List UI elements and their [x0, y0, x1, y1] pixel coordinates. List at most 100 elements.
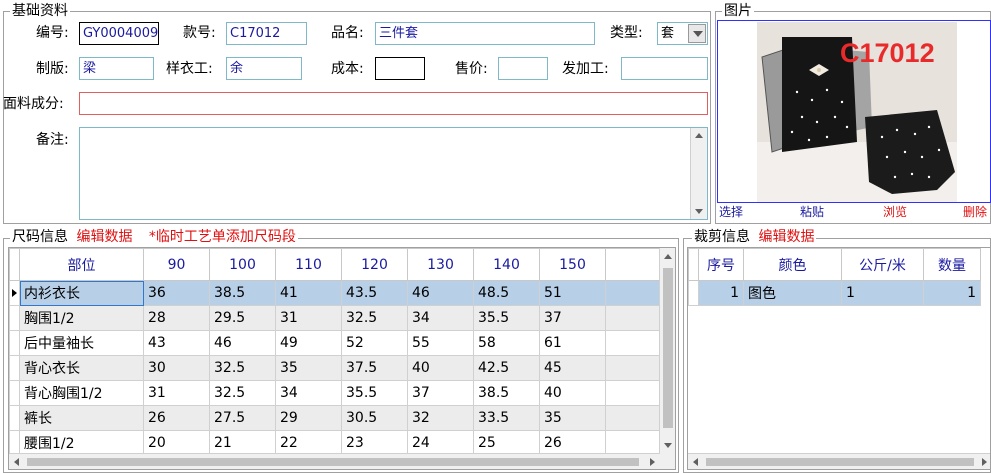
size-cell-value[interactable]: 35 — [539, 405, 606, 431]
size-cell-value[interactable]: 35.5 — [341, 380, 408, 406]
scroll-left-icon[interactable] — [693, 458, 698, 466]
size-cell-value[interactable]: 49 — [275, 330, 342, 356]
size-col-110[interactable]: 110 — [275, 248, 342, 281]
size-cell-value[interactable]: 35.5 — [473, 305, 540, 331]
size-cell-value[interactable]: 42.5 — [473, 355, 540, 381]
size-cell-value[interactable]: 24 — [407, 430, 474, 456]
size-cell-value[interactable]: 34 — [407, 305, 474, 331]
size-cell-value[interactable]: 35 — [275, 355, 342, 381]
size-cell-part[interactable]: 背心衣长 — [19, 355, 144, 381]
scroll-left-icon[interactable] — [14, 458, 19, 466]
size-cell-value[interactable]: 36 — [143, 280, 210, 306]
size-cell-value[interactable]: 32.5 — [209, 380, 276, 406]
size-cell-value[interactable]: 40 — [539, 380, 606, 406]
cut-col-color[interactable]: 颜色 — [743, 248, 842, 281]
price-field[interactable] — [498, 57, 548, 80]
size-cell-value[interactable]: 29 — [275, 405, 342, 431]
remark-scrollbar[interactable] — [690, 128, 707, 219]
style-field[interactable]: C17012 — [226, 22, 307, 45]
size-cell-value[interactable]: 34 — [275, 380, 342, 406]
scroll-right-icon[interactable] — [650, 458, 655, 466]
size-cell-value[interactable]: 32.5 — [209, 355, 276, 381]
size-cell-value[interactable]: 27.5 — [209, 405, 276, 431]
delete-image-link[interactable]: 删除 — [963, 205, 987, 219]
size-col-120[interactable]: 120 — [341, 248, 408, 281]
cut-col-seq[interactable]: 序号 — [698, 248, 744, 281]
size-cell-value[interactable]: 25 — [473, 430, 540, 456]
size-grid-hscroll[interactable] — [9, 453, 660, 469]
cost-field[interactable] — [375, 57, 425, 80]
size-cell-value[interactable]: 28 — [143, 305, 210, 331]
size-cell-value[interactable]: 26 — [539, 430, 606, 456]
size-col-140[interactable]: 140 — [473, 248, 540, 281]
size-cell-part[interactable]: 腰围1/2 — [19, 430, 144, 456]
size-cell-value[interactable]: 46 — [407, 280, 474, 306]
cut-cell-color[interactable]: 图色 — [743, 280, 842, 306]
size-cell-part[interactable]: 内衫衣长 — [19, 280, 144, 306]
size-cell-value[interactable]: 38.5 — [473, 380, 540, 406]
cut-edit-link[interactable]: 编辑数据 — [758, 229, 814, 245]
fabric-field[interactable] — [79, 92, 708, 115]
size-cell-value[interactable]: 37.5 — [341, 355, 408, 381]
size-cell-value[interactable]: 55 — [407, 330, 474, 356]
name-field[interactable]: 三件套 — [375, 22, 595, 45]
table-row[interactable]: 裤长 26 27.5 29 30.5 32 33.5 35 — [9, 405, 661, 431]
size-cell-value[interactable]: 32.5 — [341, 305, 408, 331]
size-cell-value[interactable]: 43 — [143, 330, 210, 356]
table-row[interactable]: 内衫衣长 36 38.5 41 43.5 46 48.5 51 — [9, 280, 661, 306]
size-col-90[interactable]: 90 — [143, 248, 210, 281]
chevron-down-icon[interactable] — [688, 24, 706, 43]
scroll-thumb[interactable] — [663, 268, 673, 428]
size-cell-value[interactable]: 21 — [209, 430, 276, 456]
size-cell-value[interactable]: 38.5 — [209, 280, 276, 306]
size-cell-value[interactable]: 52 — [341, 330, 408, 356]
row-indicator[interactable] — [9, 405, 20, 431]
select-image-link[interactable]: 选择 — [719, 205, 743, 219]
table-row[interactable]: 胸围1/2 28 29.5 31 32.5 34 35.5 37 — [9, 305, 661, 331]
size-cell-value[interactable]: 51 — [539, 280, 606, 306]
size-cell-value[interactable]: 40 — [407, 355, 474, 381]
paste-image-link[interactable]: 粘贴 — [800, 205, 824, 219]
size-cell-value[interactable]: 23 — [341, 430, 408, 456]
size-edit-link[interactable]: 编辑数据 — [76, 229, 132, 245]
size-cell-part[interactable]: 胸围1/2 — [19, 305, 144, 331]
table-row[interactable]: 后中量袖长 43 46 49 52 55 58 61 — [9, 330, 661, 356]
size-cell-value[interactable]: 33.5 — [473, 405, 540, 431]
size-cell-value[interactable]: 46 — [209, 330, 276, 356]
row-indicator[interactable] — [9, 355, 20, 381]
table-row[interactable]: 1 图色 1 1 — [688, 280, 981, 306]
row-pointer-icon[interactable] — [9, 280, 20, 306]
size-col-part[interactable]: 部位 — [19, 248, 144, 281]
size-cell-value[interactable]: 30.5 — [341, 405, 408, 431]
size-cell-value[interactable]: 37 — [539, 305, 606, 331]
cut-cell-kg[interactable]: 1 — [841, 280, 924, 306]
size-cell-value[interactable]: 29.5 — [209, 305, 276, 331]
size-cell-part[interactable]: 裤长 — [19, 405, 144, 431]
process-field[interactable] — [621, 57, 708, 80]
size-cell-value[interactable]: 41 — [275, 280, 342, 306]
row-indicator[interactable] — [9, 305, 20, 331]
size-cell-value[interactable]: 37 — [407, 380, 474, 406]
code-field[interactable]: GY0004009 — [79, 22, 159, 45]
size-cell-value[interactable]: 26 — [143, 405, 210, 431]
size-cell-value[interactable]: 61 — [539, 330, 606, 356]
row-indicator[interactable] — [9, 430, 20, 456]
size-cell-value[interactable]: 20 — [143, 430, 210, 456]
cut-cell-seq[interactable]: 1 — [698, 280, 744, 306]
pattern-field[interactable]: 梁 — [79, 57, 154, 80]
scroll-up-icon[interactable] — [664, 254, 672, 259]
size-col-150[interactable]: 150 — [539, 248, 606, 281]
size-col-100[interactable]: 100 — [209, 248, 276, 281]
size-grid-vscroll[interactable] — [659, 248, 675, 454]
scroll-down-icon[interactable] — [664, 443, 672, 448]
sample-field[interactable]: 余 — [226, 57, 302, 80]
scroll-thumb[interactable] — [706, 458, 974, 466]
size-cell-value[interactable]: 58 — [473, 330, 540, 356]
scroll-down-icon[interactable] — [695, 209, 703, 214]
size-cell-value[interactable]: 30 — [143, 355, 210, 381]
size-cell-part[interactable]: 后中量袖长 — [19, 330, 144, 356]
scroll-thumb[interactable] — [27, 458, 639, 466]
remark-textarea[interactable] — [79, 127, 708, 220]
table-row[interactable]: 背心胸围1/2 31 32.5 34 35.5 37 38.5 40 — [9, 380, 661, 406]
browse-image-link[interactable]: 浏览 — [883, 205, 907, 219]
